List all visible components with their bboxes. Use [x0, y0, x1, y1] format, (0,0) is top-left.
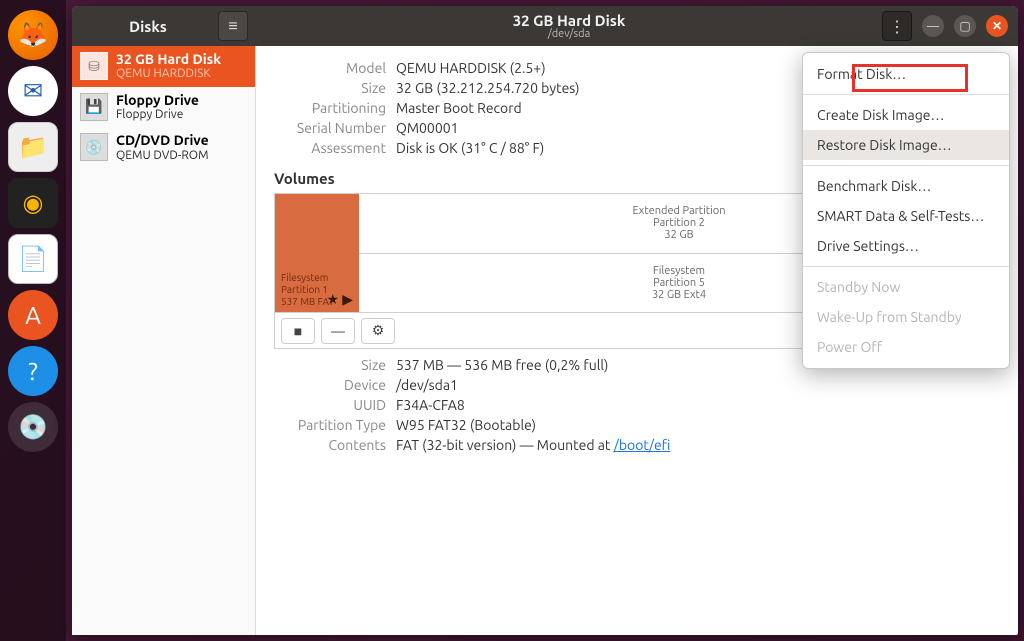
vol2-line2: Partition 2: [653, 217, 705, 229]
label-part-size: Size: [274, 357, 386, 373]
vol5-line3: 32 GB Ext4: [652, 289, 706, 301]
titlebar-left: Disks ≡: [72, 11, 256, 41]
titlebar-right: ⋮ — ▢ ✕: [882, 11, 1018, 41]
menu-drive-settings[interactable]: Drive Settings…: [803, 231, 1009, 261]
label-contents: Contents: [274, 437, 386, 453]
device-name: 32 GB Hard Disk: [116, 52, 221, 67]
menu-separator: [803, 165, 1009, 166]
titlebar: Disks ≡ 32 GB Hard Disk /dev/sda ⋮ — ▢ ✕: [72, 6, 1018, 46]
disc-icon: 💿: [80, 133, 108, 161]
value-partition-type: W95 FAT32 (Bootable): [396, 417, 536, 433]
dock-disks-icon[interactable]: 💿: [8, 402, 58, 452]
menu-separator: [803, 266, 1009, 267]
volume-partition-1[interactable]: Filesystem Partition 1 537 MB FAT ★ ▶: [275, 194, 359, 312]
device-item-floppy[interactable]: 💾 Floppy Drive Floppy Drive: [72, 87, 255, 128]
label-serial: Serial Number: [274, 120, 386, 136]
vol5-line1: Filesystem: [653, 265, 705, 277]
label-model: Model: [274, 60, 386, 76]
value-model: QEMU HARDDISK (2.5+): [396, 60, 546, 76]
close-button[interactable]: ✕: [986, 15, 1008, 37]
vol1-line1: Filesystem: [281, 272, 353, 284]
minimize-button[interactable]: —: [922, 15, 944, 37]
drive-options-menu: Format Disk… Create Disk Image… Restore …: [802, 52, 1010, 369]
vol5-line2: Partition 5: [653, 277, 705, 289]
menu-standby-now: Standby Now: [803, 272, 1009, 302]
device-name: CD/DVD Drive: [116, 133, 209, 148]
device-sidebar: ⛁ 32 GB Hard Disk QEMU HARDDISK 💾 Floppy…: [72, 46, 256, 635]
device-item-hard-disk[interactable]: ⛁ 32 GB Hard Disk QEMU HARDDISK: [72, 46, 255, 87]
label-partitioning: Partitioning: [274, 100, 386, 116]
value-part-size: 537 MB — 536 MB free (0,2% full): [396, 357, 608, 373]
dock-writer-icon[interactable]: 📄: [8, 234, 58, 284]
dock-rhythmbox-icon[interactable]: ◉: [8, 178, 58, 228]
menu-restore-disk-image[interactable]: Restore Disk Image…: [803, 130, 1009, 160]
menu-create-disk-image[interactable]: Create Disk Image…: [803, 100, 1009, 130]
window-title: 32 GB Hard Disk: [256, 13, 882, 28]
value-contents: FAT (32-bit version) — Mounted at /boot/…: [396, 437, 670, 453]
dock-thunderbird-icon[interactable]: ✉: [8, 66, 58, 116]
delete-partition-button[interactable]: —: [321, 318, 355, 344]
value-size: 32 GB (32.212.254.720 bytes): [396, 80, 580, 96]
drive-icon: ⛁: [80, 52, 108, 80]
label-uuid: UUID: [274, 397, 386, 413]
dock-help-icon[interactable]: ?: [8, 346, 58, 396]
mount-point-link[interactable]: /boot/efi: [614, 437, 671, 453]
label-size: Size: [274, 80, 386, 96]
menu-benchmark-disk[interactable]: Benchmark Disk…: [803, 171, 1009, 201]
menu-smart-data[interactable]: SMART Data & Self-Tests…: [803, 201, 1009, 231]
device-sub: QEMU DVD-ROM: [116, 149, 209, 162]
device-sub: QEMU HARDDISK: [116, 67, 221, 80]
window-subtitle: /dev/sda: [256, 28, 882, 40]
unmount-button[interactable]: ■: [281, 318, 315, 344]
menu-separator: [803, 94, 1009, 95]
value-serial: QM00001: [396, 120, 459, 136]
value-device: /dev/sda1: [396, 377, 458, 393]
menu-format-disk[interactable]: Format Disk…: [803, 59, 1009, 89]
label-assessment: Assessment: [274, 140, 386, 156]
device-sub: Floppy Drive: [116, 108, 199, 121]
vol2-line1: Extended Partition: [633, 205, 726, 217]
dock-firefox-icon[interactable]: 🦊: [8, 10, 58, 60]
dock-files-icon[interactable]: 📁: [8, 122, 58, 172]
play-icon: ▶: [342, 291, 353, 307]
menu-power-off: Power Off: [803, 332, 1009, 362]
disks-window: Disks ≡ 32 GB Hard Disk /dev/sda ⋮ — ▢ ✕…: [72, 6, 1018, 635]
device-name: Floppy Drive: [116, 93, 199, 108]
contents-text: FAT (32-bit version) — Mounted at: [396, 437, 614, 453]
value-uuid: F34A-CFA8: [396, 397, 465, 413]
star-icon: ★: [326, 291, 339, 307]
ubuntu-dock: 🦊 ✉ 📁 ◉ 📄 A ? 💿: [0, 0, 66, 641]
value-partitioning: Master Boot Record: [396, 100, 522, 116]
menu-wakeup-standby: Wake-Up from Standby: [803, 302, 1009, 332]
titlebar-sidebar-title: Disks: [78, 18, 218, 35]
floppy-icon: 💾: [80, 93, 108, 121]
hamburger-button[interactable]: ≡: [218, 11, 248, 41]
dock-software-icon[interactable]: A: [8, 290, 58, 340]
label-partition-type: Partition Type: [274, 417, 386, 433]
device-item-cddvd[interactable]: 💿 CD/DVD Drive QEMU DVD-ROM: [72, 127, 255, 168]
partition-settings-button[interactable]: ⚙: [361, 318, 395, 344]
label-device: Device: [274, 377, 386, 393]
vol2-line3: 32 GB: [664, 229, 693, 241]
maximize-button[interactable]: ▢: [954, 15, 976, 37]
titlebar-center: 32 GB Hard Disk /dev/sda: [256, 13, 882, 40]
value-assessment: Disk is OK (31° C / 88° F): [396, 140, 544, 156]
more-actions-button[interactable]: ⋮: [882, 11, 912, 41]
